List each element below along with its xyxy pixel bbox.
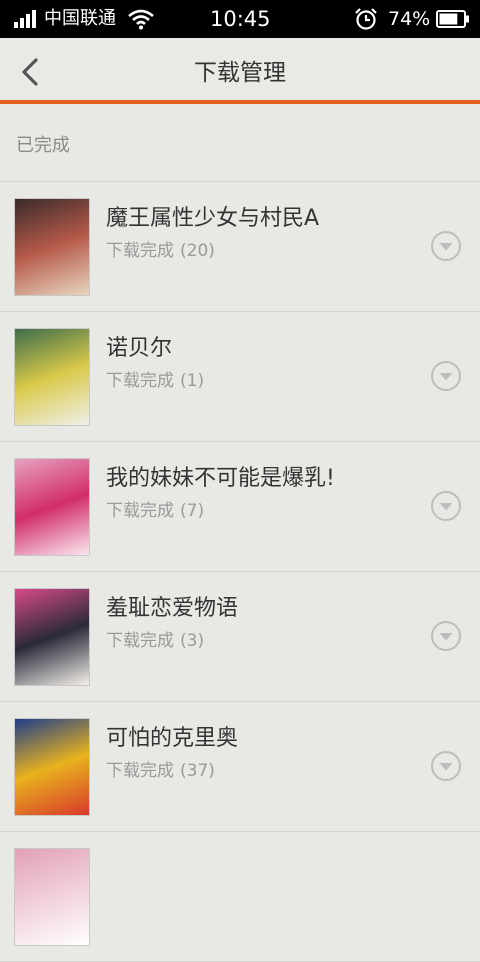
chapter-count: (1): [180, 371, 205, 391]
download-status: 下载完成 (20): [106, 238, 215, 264]
comic-title: 羞耻恋爱物语: [106, 596, 239, 621]
expand-button[interactable]: [430, 620, 462, 652]
list-item[interactable]: 诺贝尔 下载完成 (1): [0, 312, 480, 442]
section-label-completed: 已完成: [16, 135, 70, 156]
chapter-count: (7): [180, 501, 205, 521]
comic-title: 魔王属性少女与村民A: [106, 206, 320, 231]
chevron-down-circle-icon: [431, 361, 461, 391]
download-status: 下载完成 (1): [106, 368, 204, 394]
download-status: 下载完成 (3): [106, 628, 204, 654]
chevron-down-circle-icon: [431, 621, 461, 651]
battery-icon: [436, 10, 469, 28]
chapter-count: (20): [180, 241, 215, 261]
expand-button[interactable]: [430, 490, 462, 522]
comic-title: 可怕的克里奥: [106, 726, 239, 751]
download-list: 魔王属性少女与村民A 下载完成 (20) 诺贝尔 下载完成 (1) 我的妹妹不可能是…: [0, 182, 480, 962]
comic-title: 诺贝尔: [106, 336, 173, 361]
signal-icon: [14, 10, 40, 28]
clock-time: 10:45: [210, 7, 271, 31]
status-text: 下载完成: [106, 371, 174, 391]
comic-cover-image: [14, 328, 90, 426]
expand-button[interactable]: [430, 360, 462, 392]
wifi-icon: [128, 9, 154, 30]
comic-cover-image: [14, 848, 90, 946]
battery-percentage: 74%: [388, 8, 431, 30]
list-item[interactable]: 羞耻恋爱物语 下载完成 (3): [0, 572, 480, 702]
title-bar: 下载管理: [0, 38, 480, 104]
status-text: 下载完成: [106, 631, 174, 651]
expand-button[interactable]: [430, 750, 462, 782]
status-text: 下载完成: [106, 761, 174, 781]
comic-cover-image: [14, 718, 90, 816]
download-status: 下载完成 (7): [106, 498, 204, 524]
status-bar: 中国联通 10:45 74%: [0, 0, 480, 38]
list-item[interactable]: 可怕的克里奥 下载完成 (37): [0, 702, 480, 832]
status-text: 下载完成: [106, 241, 174, 261]
download-status: 下载完成 (37): [106, 758, 215, 784]
list-item[interactable]: 我的妹妹不可能是爆乳! 下载完成 (7): [0, 442, 480, 572]
comic-title: 我的妹妹不可能是爆乳!: [106, 466, 335, 491]
chevron-down-circle-icon: [431, 491, 461, 521]
list-item-partial[interactable]: [0, 832, 480, 962]
expand-button[interactable]: [430, 230, 462, 262]
list-item[interactable]: 魔王属性少女与村民A 下载完成 (20): [0, 182, 480, 312]
comic-cover-image: [14, 588, 90, 686]
page-title: 下载管理: [194, 60, 286, 86]
chapter-count: (3): [180, 631, 205, 651]
comic-cover-image: [14, 198, 90, 296]
chapter-count: (37): [180, 761, 215, 781]
chevron-down-circle-icon: [431, 231, 461, 261]
carrier-name: 中国联通: [44, 8, 116, 29]
status-text: 下载完成: [106, 501, 174, 521]
section-header: 已完成: [0, 108, 480, 182]
alarm-clock-icon: [355, 8, 377, 30]
chevron-down-circle-icon: [431, 751, 461, 781]
comic-cover-image: [14, 458, 90, 556]
